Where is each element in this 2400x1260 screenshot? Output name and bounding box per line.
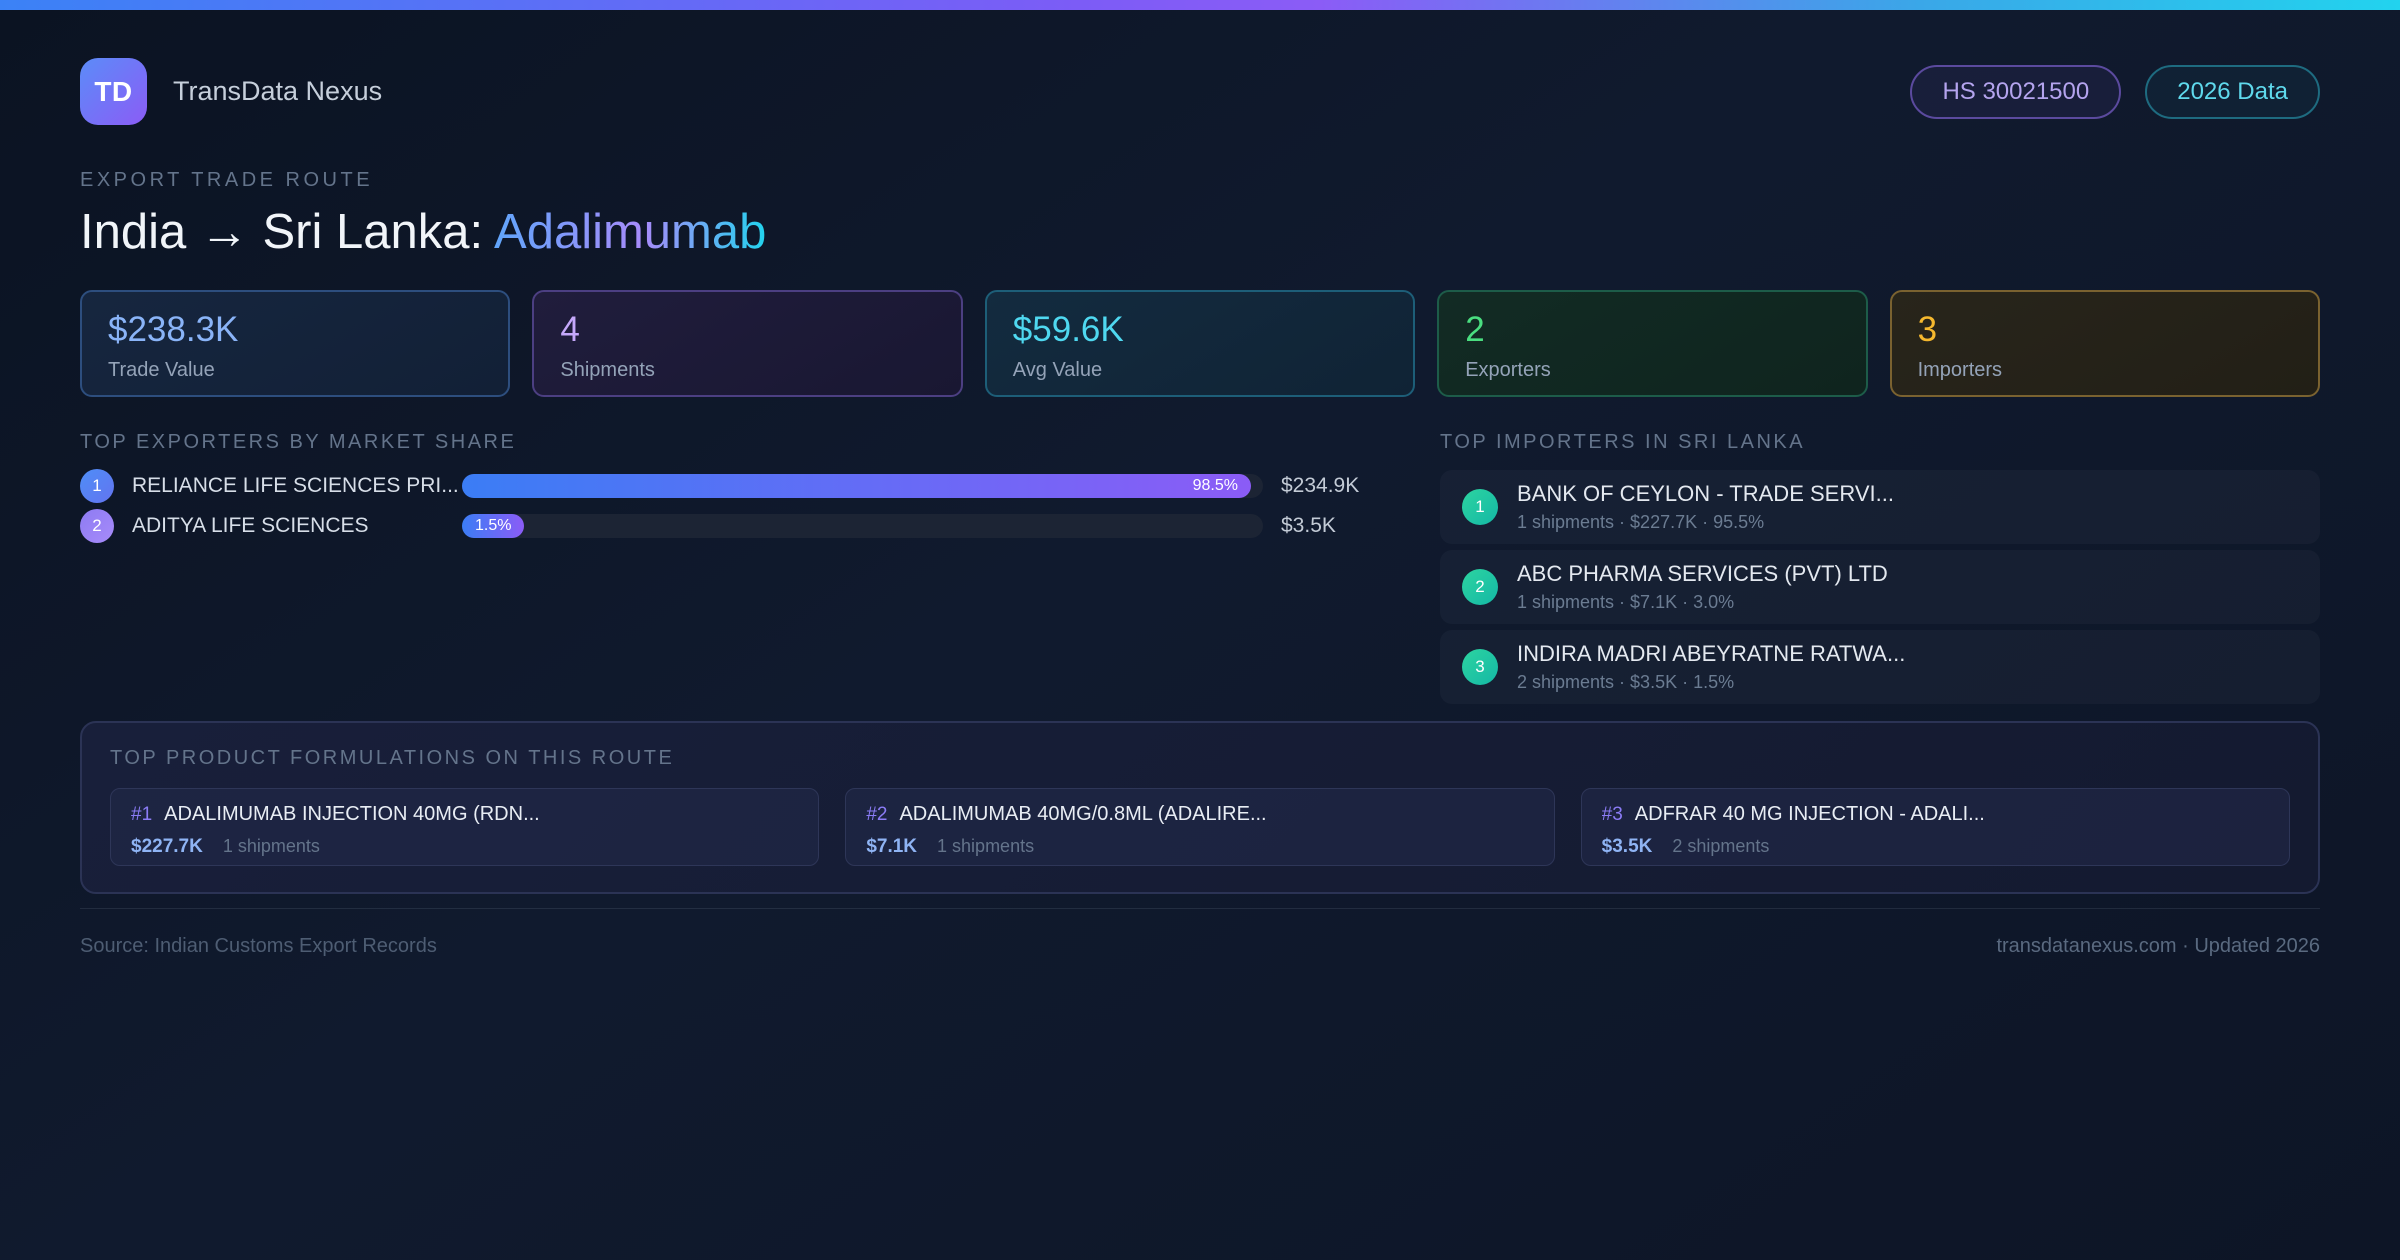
importer-name: ABC PHARMA SERVICES (PVT) LTD xyxy=(1517,561,1888,587)
market-share-bar: 98.5% xyxy=(462,474,1251,499)
product-title-row: #2 ADALIMUMAB 40MG/0.8ML (ADALIRE... xyxy=(866,803,1533,826)
footer-source: Source: Indian Customs Export Records xyxy=(80,935,437,958)
products-heading: TOP PRODUCT FORMULATIONS ON THIS ROUTE xyxy=(110,747,675,770)
exporter-row: 1 RELIANCE LIFE SCIENCES PRI... 98.5% $2… xyxy=(80,466,1376,506)
product-shipments: 1 shipments xyxy=(222,836,320,857)
product-name: ADALIMUMAB INJECTION 40MG (RDN... xyxy=(164,803,540,826)
importer-name: INDIRA MADRI ABEYRATNE RATWA... xyxy=(1517,641,1906,667)
stat-label: Avg Value xyxy=(1012,359,1103,382)
rank-badge: 2 xyxy=(80,509,114,544)
product-value: $3.5K xyxy=(1601,836,1653,858)
columns: TOP EXPORTERS BY MARKET SHARE 1 RELIANCE… xyxy=(80,431,2320,705)
stat-card-avg-value: $59.6K Avg Value xyxy=(984,290,1416,398)
stat-value: $238.3K xyxy=(108,310,239,350)
top-importers-section: TOP IMPORTERS IN SRI LANKA 1 BANK OF CEY… xyxy=(1440,431,2320,705)
importer-text: INDIRA MADRI ABEYRATNE RATWA... 2 shipme… xyxy=(1517,641,1905,693)
market-share-bar: 1.5% xyxy=(462,514,525,539)
exporter-rows: 1 RELIANCE LIFE SCIENCES PRI... 98.5% $2… xyxy=(80,466,1376,546)
page-title-prefix: India → Sri Lanka: xyxy=(80,205,495,259)
product-name: ADALIMUMAB 40MG/0.8ML (ADALIRE... xyxy=(899,803,1267,826)
stat-label: Trade Value xyxy=(108,359,215,382)
brand: TD TransData Nexus xyxy=(80,58,382,125)
product-cards: #1 ADALIMUMAB INJECTION 40MG (RDN... $22… xyxy=(110,788,2290,867)
stat-value: 2 xyxy=(1465,310,1485,350)
exporter-value: $3.5K xyxy=(1281,514,1336,538)
stat-value: 3 xyxy=(1917,310,1938,350)
app-name: TransData Nexus xyxy=(173,76,383,106)
stat-cards: $238.3K Trade Value 4 Shipments $59.6K A… xyxy=(80,290,2320,398)
product-name: ADFRAR 40 MG INJECTION - ADALI... xyxy=(1634,803,1985,826)
importer-meta: 1 shipments · $227.7K · 95.5% xyxy=(1517,512,1765,533)
product-rank: #3 xyxy=(1601,804,1623,826)
eyebrow-label: EXPORT TRADE ROUTE xyxy=(80,169,374,191)
exporters-heading: TOP EXPORTERS BY MARKET SHARE xyxy=(80,431,517,454)
exporter-row: 2 ADITYA LIFE SCIENCES 1.5% $3.5K xyxy=(80,506,1376,546)
product-title-row: #3 ADFRAR 40 MG INJECTION - ADALI... xyxy=(1602,803,2269,826)
page-title: India → Sri Lanka: Adalimumab xyxy=(80,204,2320,260)
market-share-bar-track: 98.5% xyxy=(462,474,1263,499)
product-title-row: #1 ADALIMUMAB INJECTION 40MG (RDN... xyxy=(131,803,798,826)
importer-list-item[interactable]: 3 INDIRA MADRI ABEYRATNE RATWA... 2 ship… xyxy=(1440,630,2320,705)
hs-code-badge: HS 30021500 xyxy=(1910,64,2122,119)
brand-logo: TD xyxy=(80,58,147,125)
importer-meta: 2 shipments · $3.5K · 1.5% xyxy=(1517,672,1735,693)
importer-list: 1 BANK OF CEYLON - TRADE SERVI... 1 ship… xyxy=(1440,470,2320,705)
product-card[interactable]: #3 ADFRAR 40 MG INJECTION - ADALI... $3.… xyxy=(1580,788,2290,867)
product-card[interactable]: #1 ADALIMUMAB INJECTION 40MG (RDN... $22… xyxy=(110,788,820,867)
importer-text: ABC PHARMA SERVICES (PVT) LTD 1 shipment… xyxy=(1517,561,1888,613)
rank-badge: 1 xyxy=(80,469,114,504)
page: TD TransData Nexus HS 30021500 2026 Data… xyxy=(0,58,2400,958)
stat-value: $59.6K xyxy=(1012,310,1124,350)
data-year-badge: 2026 Data xyxy=(2145,64,2320,119)
stat-label: Importers xyxy=(1917,359,2003,382)
rank-badge: 1 xyxy=(1462,489,1498,526)
product-meta-row: $7.1K 1 shipments xyxy=(866,836,1533,858)
top-exporters-section: TOP EXPORTERS BY MARKET SHARE 1 RELIANCE… xyxy=(80,431,1376,546)
exporter-name: ADITYA LIFE SCIENCES xyxy=(132,514,369,538)
product-rank: #1 xyxy=(131,804,153,826)
top-accent-bar xyxy=(0,0,2400,10)
product-shipments: 2 shipments xyxy=(1672,836,1770,857)
stat-card-exporters: 2 Exporters xyxy=(1437,290,1868,398)
exporter-value: $234.9K xyxy=(1281,474,1360,498)
importer-meta: 1 shipments · $7.1K · 3.0% xyxy=(1517,592,1735,613)
stat-label: Exporters xyxy=(1465,359,1551,382)
importer-list-item[interactable]: 1 BANK OF CEYLON - TRADE SERVI... 1 ship… xyxy=(1440,470,2320,545)
rank-badge: 3 xyxy=(1462,649,1498,686)
importers-heading: TOP IMPORTERS IN SRI LANKA xyxy=(1440,431,1806,454)
importer-list-item[interactable]: 2 ABC PHARMA SERVICES (PVT) LTD 1 shipme… xyxy=(1440,550,2320,625)
rank-badge: 2 xyxy=(1462,569,1498,606)
header-badges: HS 30021500 2026 Data xyxy=(1910,64,2320,119)
stat-card-importers: 3 Importers xyxy=(1889,290,2320,398)
stat-value: 4 xyxy=(560,310,580,350)
product-meta-row: $227.7K 1 shipments xyxy=(131,836,798,858)
product-card[interactable]: #2 ADALIMUMAB 40MG/0.8ML (ADALIRE... $7.… xyxy=(845,788,1555,867)
market-share-bar-track: 1.5% xyxy=(462,514,1263,539)
importer-name: BANK OF CEYLON - TRADE SERVI... xyxy=(1517,481,1894,507)
importer-text: BANK OF CEYLON - TRADE SERVI... 1 shipme… xyxy=(1517,481,1894,533)
stat-card-shipments: 4 Shipments xyxy=(532,290,963,398)
stat-label: Shipments xyxy=(560,359,655,382)
product-value: $227.7K xyxy=(131,836,203,858)
footer: Source: Indian Customs Export Records tr… xyxy=(80,908,2320,958)
product-value: $7.1K xyxy=(866,836,918,858)
product-shipments: 1 shipments xyxy=(937,836,1035,857)
product-meta-row: $3.5K 2 shipments xyxy=(1602,836,2269,858)
stat-card-trade-value: $238.3K Trade Value xyxy=(80,290,511,398)
product-rank: #2 xyxy=(866,804,888,826)
topbar: TD TransData Nexus HS 30021500 2026 Data xyxy=(80,58,2320,125)
footer-site: transdatanexus.com · Updated 2026 xyxy=(1996,935,2320,958)
page-title-highlight: Adalimumab xyxy=(494,205,767,259)
top-products-section: TOP PRODUCT FORMULATIONS ON THIS ROUTE #… xyxy=(80,721,2320,895)
exporter-name: RELIANCE LIFE SCIENCES PRI... xyxy=(132,474,459,498)
